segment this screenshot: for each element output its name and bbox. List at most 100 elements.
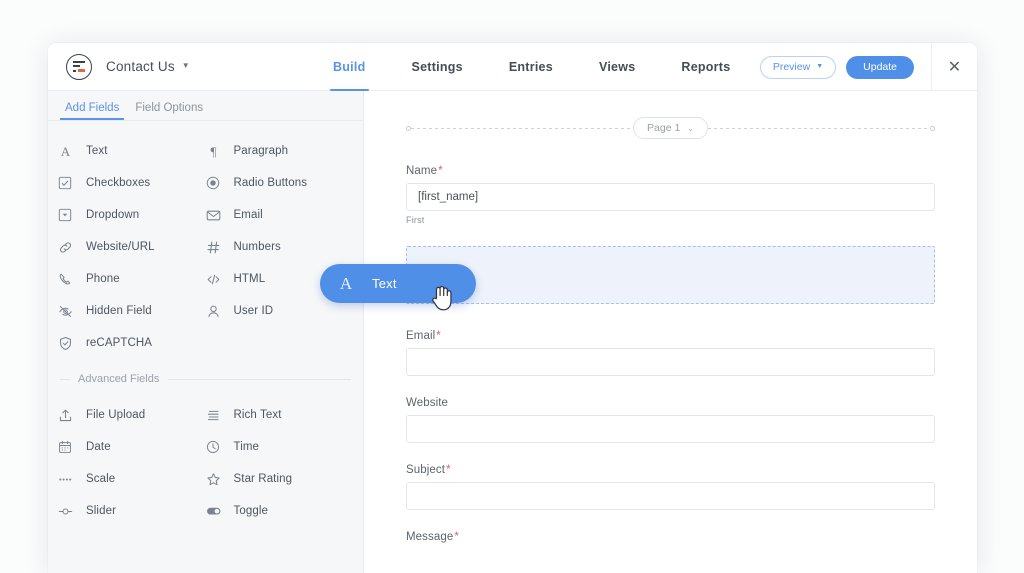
field-label-text: Message [406,531,454,543]
form-preview: Page 1 ⌄ Name* [first_name] First Email*… [364,91,977,573]
tab-views[interactable]: Views [576,43,658,91]
standard-fields-grid: A Text ¶ Paragraph Checkboxes Radio Butt… [48,121,363,359]
form-field-message[interactable]: Message* [406,531,935,543]
field-label: Website [406,397,935,409]
field-label: User ID [233,305,274,317]
top-bar: Contact Us ▼ Build Settings Entries View… [48,43,977,91]
checkbox-icon [58,176,86,190]
field-button-hidden-field[interactable]: Hidden Field [58,295,206,327]
advanced-fields-label: Advanced Fields [78,373,160,385]
dropdown-icon [58,208,86,222]
page-selector[interactable]: Page 1 ⌄ [633,117,708,139]
field-label: Name* [406,165,935,177]
workspace: Add Fields Field Options A Text ¶ Paragr… [48,91,977,573]
field-button-numbers[interactable]: Numbers [206,231,354,263]
field-label: Scale [86,473,116,485]
page-title: Contact Us [106,59,175,74]
field-label: Message* [406,531,935,543]
field-button-paragraph[interactable]: ¶ Paragraph [206,135,354,167]
fields-sidebar: Add Fields Field Options A Text ¶ Paragr… [48,91,364,573]
tab-build[interactable]: Build [310,43,389,91]
tab-field-options[interactable]: Field Options [127,102,211,120]
field-button-date[interactable]: Date [58,431,206,463]
eye-slash-icon [58,304,86,319]
chevron-down-icon: ▼ [816,62,824,70]
code-icon [206,272,234,287]
calendar-icon [58,440,86,454]
required-marker: * [436,330,441,342]
shield-check-icon [58,336,86,351]
page-selector-label: Page 1 [647,122,681,134]
field-label: Paragraph [233,145,289,157]
field-button-scale[interactable]: Scale [58,463,206,495]
upload-icon [58,408,86,423]
field-label: Date [86,441,111,453]
field-label-text: Name [406,165,438,177]
field-label: Rich Text [233,409,282,421]
form-field-name[interactable]: Name* [first_name] First [406,165,935,225]
advanced-fields-grid: File Upload Rich Text Date Time Scale St… [48,385,363,527]
field-button-dropdown[interactable]: Dropdown [58,199,206,231]
chevron-down-icon[interactable]: ▼ [182,61,190,70]
website-input[interactable] [406,415,935,443]
tab-entries[interactable]: Entries [486,43,576,91]
advanced-fields-divider: Advanced Fields [60,373,351,385]
field-button-radio-buttons[interactable]: Radio Buttons [206,167,354,199]
page-break-bar: Page 1 ⌄ [406,117,936,139]
slider-icon [58,504,86,519]
field-drop-zone[interactable] [406,246,935,304]
field-label: Email [233,209,263,221]
field-button-slider[interactable]: Slider [58,495,206,527]
brand-area[interactable]: Contact Us ▼ [66,53,190,80]
scale-dots-icon [58,472,86,487]
radio-icon [206,176,234,190]
toggle-icon [206,503,234,519]
field-button-text[interactable]: A Text [58,135,206,167]
drag-ghost-label: Text [372,276,397,291]
clock-icon [206,440,234,454]
field-sub-label: First [406,215,425,225]
email-input[interactable] [406,348,935,376]
field-button-website-url[interactable]: Website/URL [58,231,206,263]
field-label: Radio Buttons [233,177,308,189]
letter-a-icon: A [58,144,86,159]
form-field-subject[interactable]: Subject* [406,464,935,510]
preview-button[interactable]: Preview ▼ [759,55,837,79]
update-button[interactable]: Update [846,55,914,79]
tab-settings[interactable]: Settings [389,43,486,91]
tab-reports[interactable]: Reports [658,43,753,91]
panel-tabs: Add Fields Field Options [48,91,363,121]
field-label: File Upload [86,409,146,421]
field-button-toggle[interactable]: Toggle [206,495,354,527]
tab-add-fields[interactable]: Add Fields [57,102,127,120]
name-input[interactable]: [first_name] [406,183,935,211]
svg-text:A: A [61,144,71,159]
field-button-phone[interactable]: Phone [58,263,206,295]
field-button-email[interactable]: Email [206,199,354,231]
letter-a-icon: A [339,273,353,293]
field-label: Text [86,145,108,157]
field-button-star-rating[interactable]: Star Rating [206,463,354,495]
page-break-line-right [708,127,931,129]
form-field-email[interactable]: Email* [406,330,935,376]
drag-ghost-text-field[interactable]: A Text [320,264,476,303]
field-button-checkboxes[interactable]: Checkboxes [58,167,206,199]
link-icon [58,240,86,255]
field-label: Star Rating [233,473,293,485]
field-button-time[interactable]: Time [206,431,354,463]
page-break-dot-right [930,125,936,131]
required-marker: * [446,464,451,476]
required-marker: * [454,531,459,543]
field-button-rich-text[interactable]: Rich Text [206,399,354,431]
subject-input[interactable] [406,482,935,510]
user-icon [206,304,234,319]
field-label: Subject* [406,464,935,476]
rich-text-icon [206,408,234,423]
field-button-file-upload[interactable]: File Upload [58,399,206,431]
close-icon[interactable]: ✕ [931,43,977,91]
field-label: Hidden Field [86,305,152,317]
field-label: reCAPTCHA [86,337,153,349]
field-label: Time [233,441,260,453]
field-button-recaptcha[interactable]: reCAPTCHA [58,327,206,359]
form-field-website[interactable]: Website [406,397,935,443]
